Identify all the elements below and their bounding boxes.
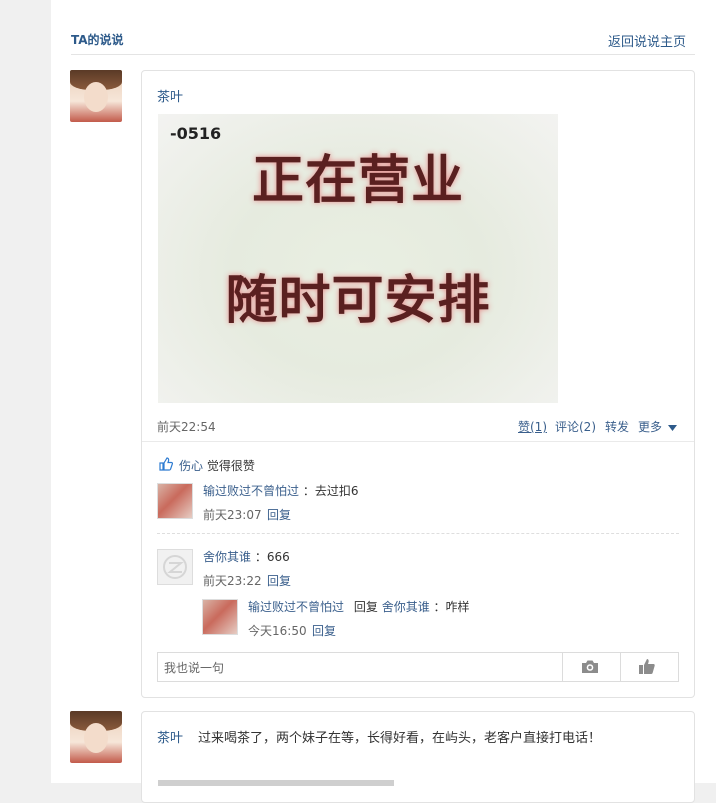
back-to-home-link[interactable]: 返回说说主页	[608, 31, 686, 50]
default-avatar-icon	[163, 555, 187, 579]
share-button[interactable]: 转发	[605, 418, 629, 435]
post-card: 茶叶 过来喝茶了，两个妹子在等，长得好看，在屿头，老客户直接打电话！	[141, 711, 695, 803]
comment-input[interactable]: 我也说一句	[157, 652, 679, 682]
author-avatar[interactable]	[70, 70, 122, 122]
comment-avatar[interactable]	[157, 549, 193, 585]
post-image[interactable]	[158, 780, 394, 786]
reply-text: ：咋样	[433, 600, 470, 614]
like-button[interactable]: 赞(1)	[518, 418, 547, 435]
more-button[interactable]: 更多	[638, 418, 677, 435]
liker-name[interactable]: 伤心	[179, 459, 203, 473]
reply-button[interactable]: 回复	[312, 622, 336, 639]
post-card: 茶叶 -0516 正在营业 随时可安排 前天22:54 赞(1) 评论(2) 转…	[141, 70, 695, 698]
image-line-1: 正在营业	[251, 151, 464, 211]
comment-input-placeholder: 我也说一句	[164, 661, 225, 675]
comment-text: ：去过扣6	[302, 484, 359, 498]
post-author-name[interactable]: 茶叶	[157, 86, 183, 105]
comment-user[interactable]: 输过败过不曾怕过	[203, 484, 299, 498]
main-panel: TA的说说 返回说说主页 茶叶 -0516 正在营业 随时可安排 前天22:54…	[51, 0, 716, 803]
comment-time: 前天23:22	[203, 574, 262, 588]
reply-time: 今天16:50	[248, 624, 307, 638]
thumbs-up-icon[interactable]	[638, 658, 656, 675]
post-time: 前天22:54	[157, 420, 216, 434]
comment-button[interactable]: 评论(2)	[555, 418, 596, 435]
post-text: 过来喝茶了，两个妹子在等，长得好看，在屿头，老客户直接打电话！	[198, 731, 602, 746]
reply-word: 回复	[353, 600, 378, 614]
comment-body: 舍你其谁 ：666	[203, 548, 290, 565]
post-image[interactable]: -0516 正在营业 随时可安排	[158, 114, 558, 403]
comment-user[interactable]: 舍你其谁	[203, 550, 251, 564]
image-line-2: 随时可安排	[225, 271, 491, 331]
post-author-name[interactable]: 茶叶	[157, 727, 183, 746]
comment-time: 前天23:07	[203, 508, 262, 522]
reply-body: 输过败过不曾怕过 回复 舍你其谁 ：咋样	[248, 598, 470, 615]
header-divider	[71, 54, 695, 55]
comment-divider	[157, 533, 679, 534]
more-label: 更多	[638, 420, 663, 434]
comment-body: 输过败过不曾怕过 ：去过扣6	[203, 482, 358, 499]
reply-avatar[interactable]	[202, 599, 238, 635]
likes-text: 觉得很赞	[206, 459, 255, 473]
like-icon	[159, 457, 173, 471]
reply-user[interactable]: 输过败过不曾怕过	[248, 600, 344, 614]
reply-button[interactable]: 回复	[267, 572, 291, 589]
author-avatar[interactable]	[70, 711, 122, 763]
page-title: TA的说说	[71, 33, 124, 47]
camera-icon[interactable]	[581, 659, 599, 674]
comment-text: ：666	[254, 550, 290, 564]
actions-divider	[142, 441, 694, 442]
reply-target-user[interactable]: 舍你其谁	[382, 600, 430, 614]
reply-button[interactable]: 回复	[267, 506, 291, 523]
comment-avatar[interactable]	[157, 483, 193, 519]
likes-row: 伤心 觉得很赞	[179, 457, 255, 474]
chevron-down-icon	[667, 424, 677, 431]
